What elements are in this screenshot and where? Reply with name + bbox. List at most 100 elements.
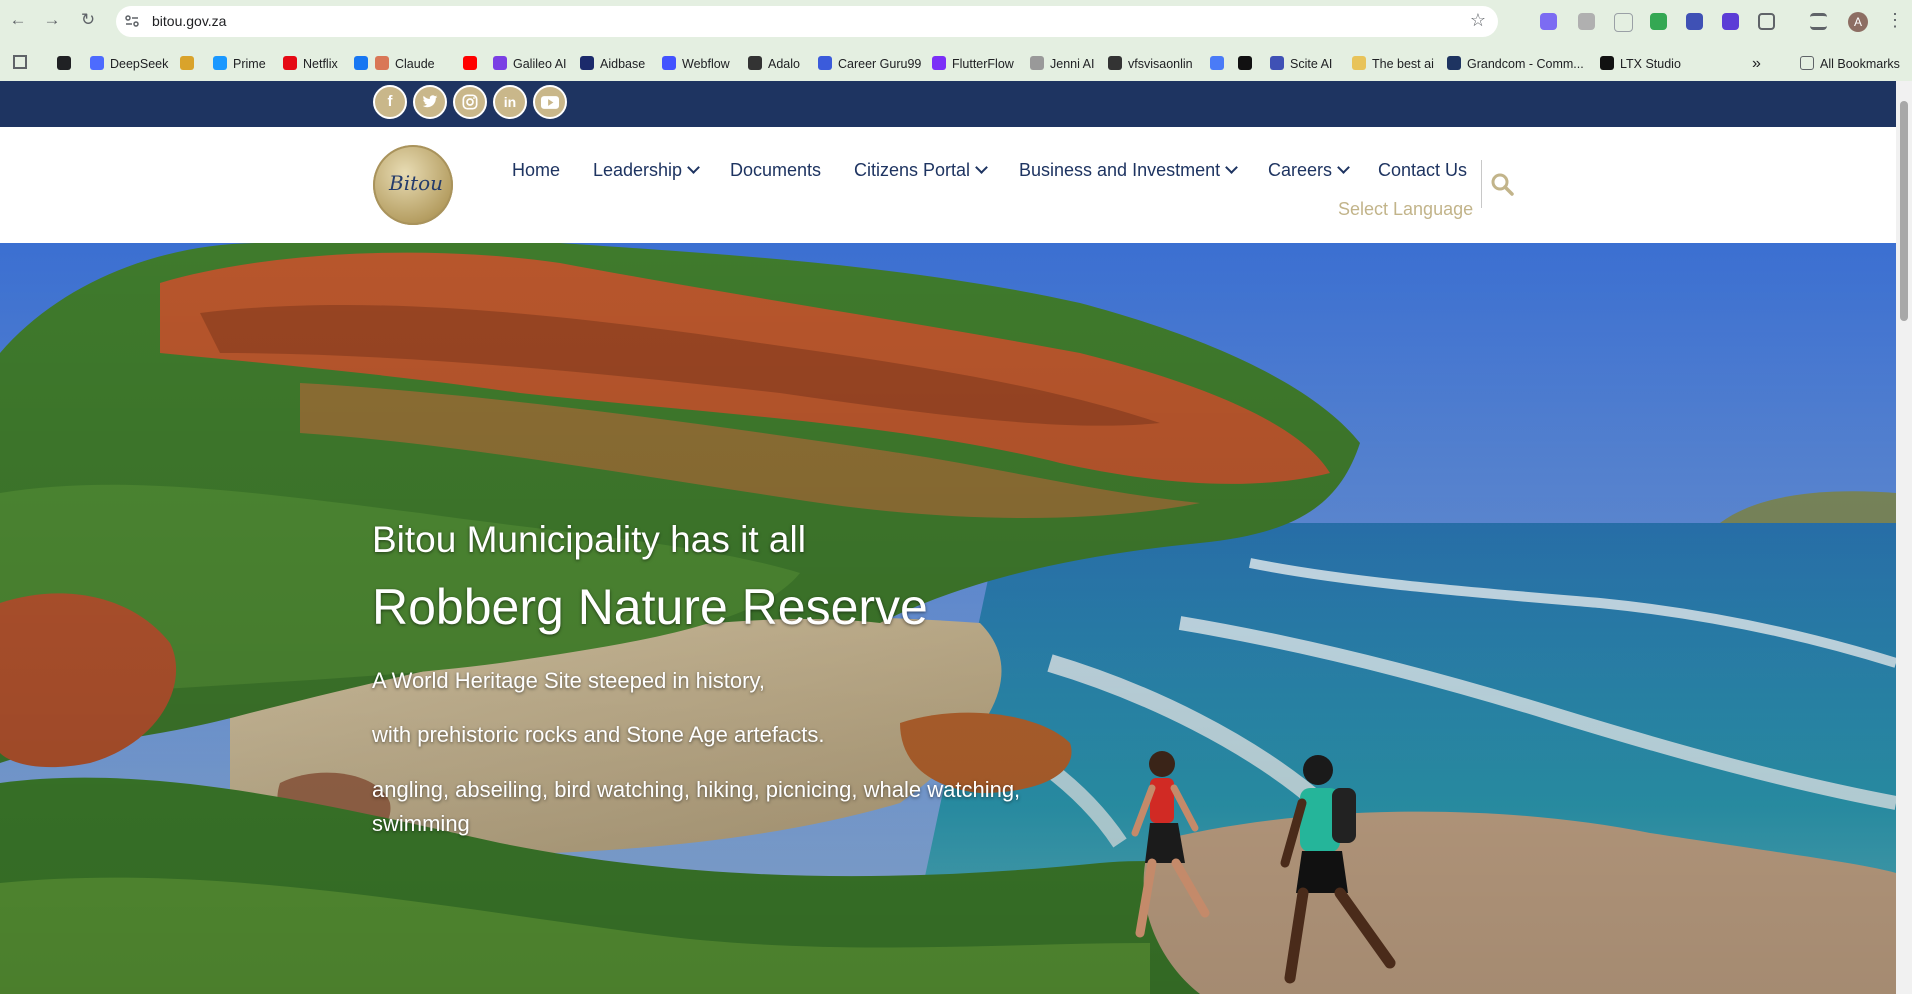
search-icon[interactable] <box>1490 172 1514 196</box>
bookmark-item[interactable]: vfsvisaonlin <box>1108 55 1193 73</box>
nav-leadership[interactable]: Leadership <box>593 160 700 181</box>
bookmark-label: Galileo AI <box>513 57 567 71</box>
nav-business-investment[interactable]: Business and Investment <box>1019 160 1238 181</box>
bookmark-favicon-icon <box>1447 56 1461 70</box>
social-topbar <box>0 81 1896 127</box>
bookmark-star-icon[interactable]: ☆ <box>1470 10 1486 31</box>
bookmark-item[interactable]: DeepSeek <box>90 55 168 73</box>
bookmark-item[interactable]: Grandcom - Comm... <box>1447 55 1584 73</box>
chevron-down-icon <box>1337 161 1350 174</box>
bookmark-item[interactable]: Jenni AI <box>1030 55 1094 73</box>
bookmark-item[interactable]: Adalo <box>748 55 800 73</box>
site-info-icon[interactable] <box>124 13 140 29</box>
bookmark-item[interactable]: Career Guru99 <box>818 55 921 73</box>
bookmark-item[interactable]: Claude <box>375 55 435 73</box>
bookmark-favicon-icon <box>748 56 762 70</box>
extension-icon[interactable] <box>1686 13 1703 30</box>
bookmark-item[interactable] <box>57 55 77 73</box>
bookmark-favicon-icon <box>493 56 507 70</box>
bookmark-favicon-icon <box>932 56 946 70</box>
bookmark-item[interactable] <box>180 55 200 73</box>
back-icon[interactable]: ← <box>8 10 28 30</box>
bookmarks-bar: » All Bookmarks DeepSeek Prime Netflix Clau… <box>0 45 1912 82</box>
hero-line: with prehistoric rocks and Stone Age art… <box>372 722 825 747</box>
nav-home[interactable]: Home <box>512 160 560 181</box>
bookmark-item[interactable] <box>1238 55 1258 73</box>
extension-icon[interactable] <box>1722 13 1739 30</box>
forward-icon[interactable]: → <box>42 10 62 30</box>
bookmark-label: Aidbase <box>600 57 646 71</box>
bookmark-favicon-icon <box>57 56 71 70</box>
extensions-puzzle-icon[interactable] <box>1758 13 1775 30</box>
bookmark-favicon-icon <box>580 56 594 70</box>
twitter-icon[interactable] <box>413 85 447 119</box>
bookmark-label: Claude <box>395 57 435 71</box>
bookmark-item[interactable]: Prime <box>213 55 266 73</box>
bookmark-favicon-icon <box>662 56 676 70</box>
nav-careers[interactable]: Careers <box>1268 160 1350 181</box>
folder-icon <box>1800 56 1814 70</box>
more-bookmarks-icon[interactable]: » <box>1752 55 1761 73</box>
bookmark-item[interactable]: FlutterFlow <box>932 55 1014 73</box>
scrollbar-thumb[interactable] <box>1900 101 1908 321</box>
bookmark-item[interactable]: Netflix <box>283 55 338 73</box>
reload-icon[interactable]: ↻ <box>78 10 98 30</box>
bookmark-favicon-icon <box>463 56 477 70</box>
bitou-logo[interactable]: Bitou <box>373 145 453 225</box>
bookmark-label: FlutterFlow <box>952 57 1014 71</box>
linkedin-icon[interactable]: in <box>493 85 527 119</box>
browser-toolbar: ← → ↻ bitou.gov.za ☆ A ⋮ <box>0 0 1912 45</box>
bookmark-favicon-icon <box>283 56 297 70</box>
bookmark-item[interactable]: Aidbase <box>580 55 645 73</box>
extension-icon[interactable] <box>1540 13 1557 30</box>
bookmark-item[interactable]: Galileo AI <box>493 55 567 73</box>
bookmark-item[interactable]: Scite AI <box>1270 55 1332 73</box>
instagram-icon[interactable] <box>453 85 487 119</box>
nav-contact-us[interactable]: Contact Us <box>1378 160 1467 181</box>
hero-landscape-image <box>0 243 1896 994</box>
hero-line: A World Heritage Site steeped in history… <box>372 668 765 693</box>
bookmark-favicon-icon <box>1600 56 1614 70</box>
language-selector[interactable]: Select Language <box>1338 199 1473 220</box>
bookmark-item[interactable]: Webflow <box>662 55 730 73</box>
profile-avatar[interactable]: A <box>1848 12 1868 32</box>
bookmark-label: LTX Studio <box>1620 57 1681 71</box>
hero-title: Robberg Nature Reserve <box>372 579 928 635</box>
bookmark-favicon-icon <box>90 56 104 70</box>
bookmark-favicon-icon <box>1270 56 1284 70</box>
extension-icon[interactable] <box>1578 13 1595 30</box>
bookmark-favicon-icon <box>1108 56 1122 70</box>
menu-icon[interactable]: ⋮ <box>1886 10 1904 30</box>
bookmark-label: Scite AI <box>1290 57 1333 71</box>
reading-list-icon[interactable] <box>1810 13 1827 30</box>
apps-grid-icon[interactable] <box>13 55 27 73</box>
hero-kicker: Bitou Municipality has it all <box>372 519 806 560</box>
chevron-down-icon <box>975 161 988 174</box>
site-header <box>0 127 1896 243</box>
facebook-icon[interactable]: f <box>373 85 407 119</box>
bookmark-favicon-icon <box>1352 56 1366 70</box>
nav-documents[interactable]: Documents <box>730 160 821 181</box>
bookmark-label: vfsvisaonlin <box>1128 57 1193 71</box>
bookmark-label: Jenni AI <box>1050 57 1095 71</box>
page-scrollbar[interactable] <box>1896 81 1912 994</box>
extension-icon[interactable] <box>1650 13 1667 30</box>
extension-icon[interactable] <box>1614 13 1633 32</box>
chevron-down-icon <box>687 161 700 174</box>
nav-citizens-portal[interactable]: Citizens Portal <box>854 160 988 181</box>
bookmark-item[interactable]: LTX Studio <box>1600 55 1681 73</box>
hero-banner: Bitou Municipality has it all Robberg Na… <box>0 243 1896 994</box>
bookmark-label: Netflix <box>303 57 338 71</box>
bookmark-label: Grandcom - Comm... <box>1467 57 1584 71</box>
bookmark-item[interactable] <box>1210 55 1230 73</box>
bookmark-item[interactable] <box>354 55 374 73</box>
address-bar[interactable]: bitou.gov.za ☆ <box>116 6 1498 37</box>
bookmark-favicon-icon <box>818 56 832 70</box>
url-text: bitou.gov.za <box>152 13 227 29</box>
hero-line: angling, abseiling, bird watching, hikin… <box>372 777 1021 802</box>
bookmark-item[interactable]: The best ai <box>1352 55 1434 73</box>
bookmark-item[interactable] <box>463 55 483 73</box>
logo-text: Bitou <box>389 171 444 195</box>
all-bookmarks-folder[interactable]: All Bookmarks <box>1800 55 1900 73</box>
youtube-icon[interactable] <box>533 85 567 119</box>
